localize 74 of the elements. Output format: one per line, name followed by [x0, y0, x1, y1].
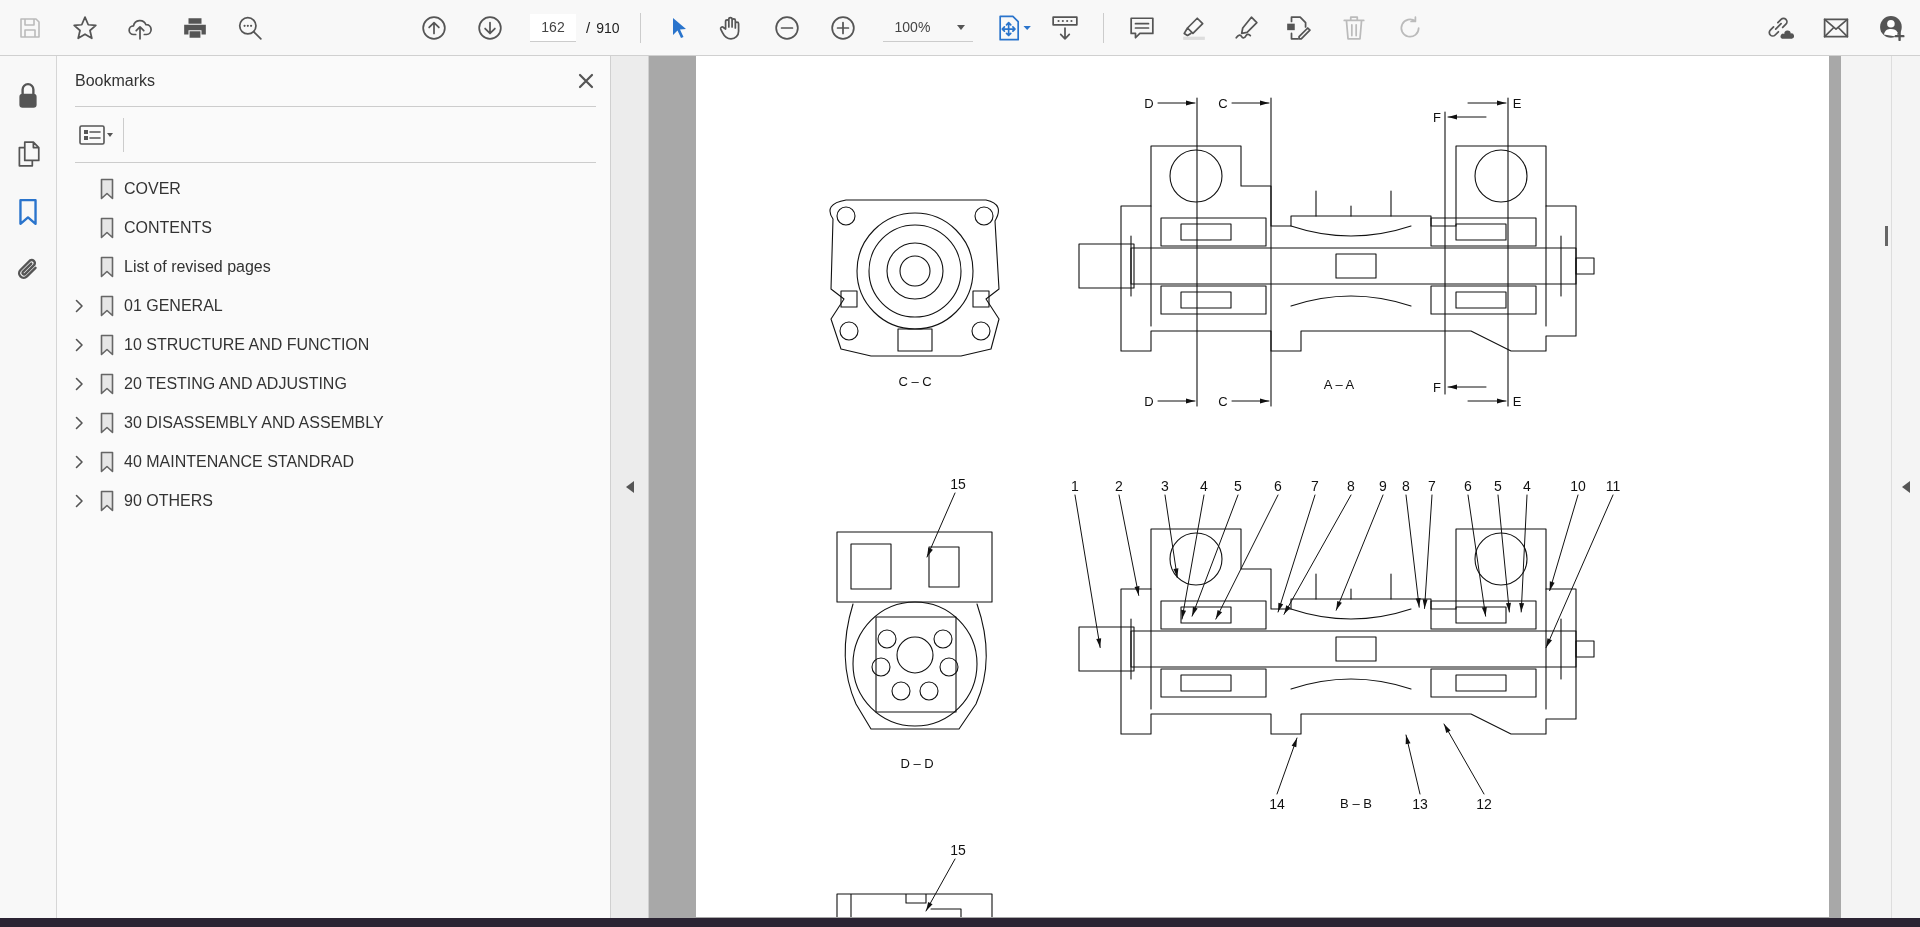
collapse-arrow-icon[interactable]: [625, 481, 634, 493]
leader-line: [1276, 737, 1298, 795]
section-label: D: [1144, 96, 1154, 111]
section-label: E: [1512, 394, 1522, 409]
bookmark-item[interactable]: 20 TESTING AND ADJUSTING: [75, 364, 351, 403]
callout-number: 4: [1200, 478, 1208, 494]
chevron-right-icon[interactable]: [75, 493, 84, 508]
leader-line: [925, 858, 956, 912]
view-label: C – C: [898, 374, 932, 389]
bookmark-item[interactable]: 10 STRUCTURE AND FUNCTION: [75, 325, 374, 364]
close-icon[interactable]: [576, 71, 596, 91]
bookmark-item[interactable]: List of revised pages: [75, 247, 275, 286]
bookmark-icon: [100, 333, 114, 356]
callout-number: 4: [1523, 478, 1531, 494]
chevron-right-icon[interactable]: [75, 337, 84, 352]
callout-number: 6: [1464, 478, 1472, 494]
section-label: E: [1512, 96, 1522, 111]
bookmark-item[interactable]: 30 DISASSEMBLY AND ASSEMBLY: [75, 403, 388, 442]
page-count: 910: [596, 19, 620, 36]
callout-number: 5: [1234, 478, 1242, 494]
bookmark-item[interactable]: 01 GENERAL: [75, 286, 227, 325]
bookmark-icon: [100, 372, 114, 395]
callout-number: 7: [1311, 478, 1319, 494]
bookmark-item[interactable]: 90 OTHERS: [75, 481, 217, 520]
bookmark-icon: [100, 489, 114, 512]
scrollbar-thumb[interactable]: [1885, 226, 1888, 246]
chevron-right-icon[interactable]: [75, 376, 84, 391]
callout-number: 15: [950, 842, 966, 858]
callout-number: 8: [1402, 478, 1410, 494]
section-arrow: [1447, 384, 1487, 390]
callout-number: 5: [1494, 478, 1502, 494]
panel-title: Bookmarks: [75, 72, 156, 90]
chevron-right-icon[interactable]: [75, 454, 84, 469]
callout-number: 1: [1071, 478, 1079, 494]
section-label: D: [1144, 394, 1154, 409]
section-label: F: [1433, 380, 1441, 395]
section-label: C: [1218, 96, 1228, 111]
bookmark-icon: [100, 216, 114, 239]
chevron-right-icon[interactable]: [75, 298, 84, 313]
callout-number: 9: [1379, 478, 1387, 494]
expand-arrow-icon[interactable]: [1902, 481, 1910, 493]
bookmark-item[interactable]: CONTENTS: [75, 208, 216, 247]
leader-line: [1405, 734, 1421, 795]
callout-number: 13: [1412, 796, 1428, 812]
page-separator: /: [586, 19, 591, 36]
bookmark-icon: [100, 411, 114, 434]
callout-number: 6: [1274, 478, 1282, 494]
callout-number: 3: [1161, 478, 1169, 494]
callout-number: 12: [1476, 796, 1492, 812]
callout-number: 11: [1605, 478, 1621, 494]
callout-number: 15: [950, 476, 966, 492]
section-label: C: [1218, 394, 1228, 409]
callout-number: 2: [1115, 478, 1123, 494]
caret-icon: [956, 24, 965, 30]
callout-number: 14: [1269, 796, 1285, 812]
zoom-level-dropdown[interactable]: 100%: [882, 13, 973, 42]
leader-line: [926, 492, 956, 558]
view-label: A – A: [1323, 377, 1355, 392]
section-arrow: [1447, 114, 1487, 120]
view-label: B – B: [1340, 796, 1372, 811]
leader-line: [1443, 723, 1485, 795]
bookmark-item[interactable]: 40 MAINTENANCE STANDRAD: [75, 442, 358, 481]
bookmark-icon: [100, 450, 114, 473]
bookmark-icon: [100, 255, 114, 278]
chevron-right-icon[interactable]: [75, 415, 84, 430]
section-label: F: [1433, 110, 1441, 125]
callout-number: 8: [1347, 478, 1355, 494]
callout-number: 7: [1428, 478, 1436, 494]
bookmark-item[interactable]: COVER: [75, 169, 185, 208]
bookmark-icon: [100, 294, 114, 317]
page-number-field[interactable]: 162: [530, 13, 576, 42]
callout-number: 10: [1570, 478, 1586, 494]
bookmark-icon: [100, 177, 114, 200]
view-label: D – D: [900, 756, 934, 771]
